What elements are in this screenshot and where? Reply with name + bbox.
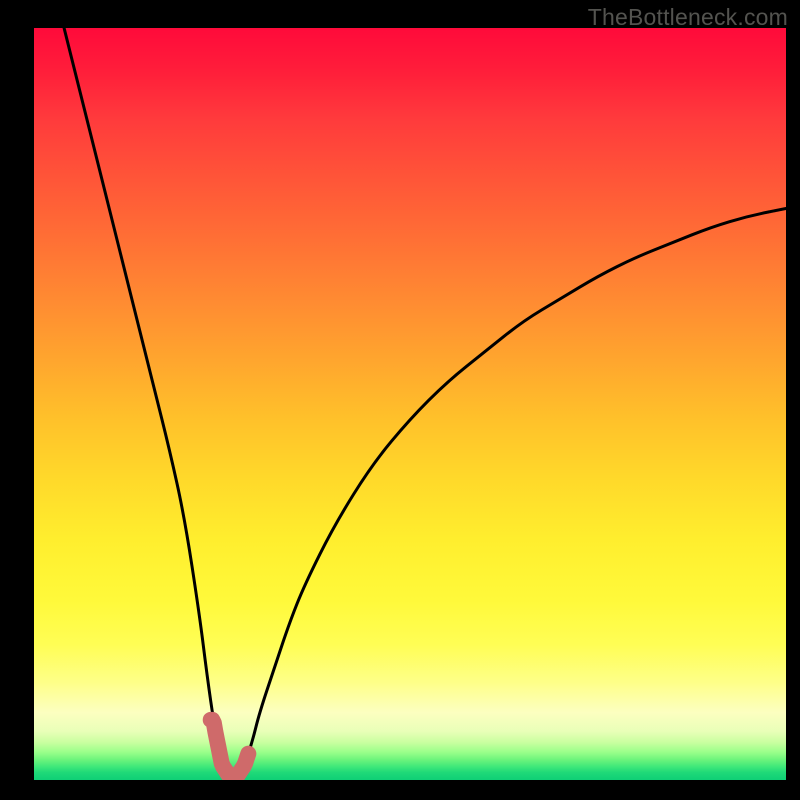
watermark-text: TheBottleneck.com	[588, 4, 788, 31]
plot-area	[34, 28, 786, 780]
curve-svg	[34, 28, 786, 780]
chart-frame: TheBottleneck.com	[0, 0, 800, 800]
curve-bottom-accent	[211, 720, 249, 776]
curve-main	[64, 28, 786, 776]
